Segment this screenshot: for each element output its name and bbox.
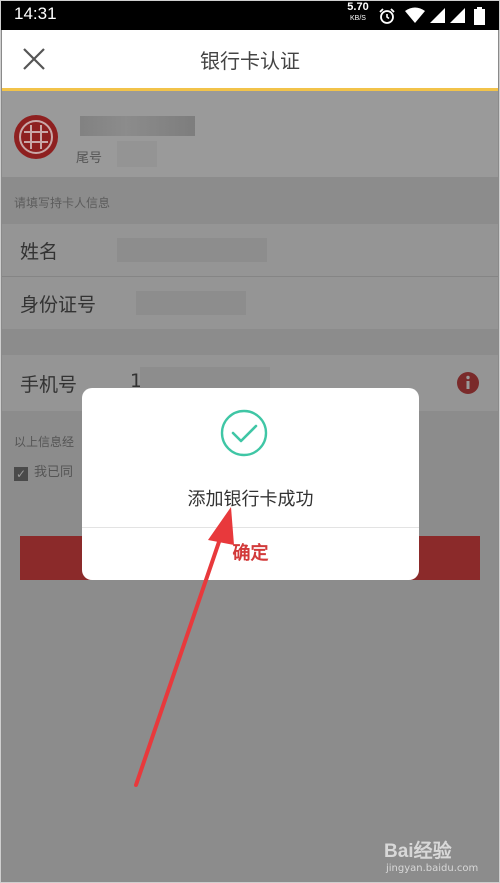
- network-speed-unit: KB/S: [350, 15, 366, 22]
- agreement-row[interactable]: ✓ 我已同: [14, 461, 73, 481]
- info-icon[interactable]: [456, 371, 480, 395]
- agreement-checkbox[interactable]: ✓: [14, 467, 28, 481]
- confirm-button[interactable]: 确定: [82, 528, 419, 580]
- title-bar: 银行卡认证: [2, 30, 498, 91]
- page-title: 银行卡认证: [200, 49, 300, 73]
- agreement-text: 我已同: [34, 465, 74, 480]
- network-speed-value: 5.70: [347, 1, 369, 13]
- phone-label: 手机号: [20, 374, 78, 396]
- wifi-icon: [405, 7, 425, 23]
- section-hint: 请填写持卡人信息: [14, 196, 111, 210]
- battery-icon: [474, 7, 485, 25]
- status-bar: 14:31 5.70 KB/S: [0, 0, 500, 30]
- card-tail-label: 尾号: [76, 151, 103, 166]
- id-number-label: 身份证号: [20, 294, 97, 316]
- name-value-redacted: [117, 238, 267, 262]
- success-message: 添加银行卡成功: [187, 489, 314, 510]
- confirm-note: 以上信息经: [14, 435, 75, 449]
- alarm-icon: [379, 8, 395, 24]
- watermark-logo: Bai经验: [384, 841, 452, 862]
- success-dialog: 添加银行卡成功 确定: [82, 388, 419, 580]
- bank-card-row: 尾号: [2, 91, 498, 177]
- watermark-url: jingyan.baidu.com: [386, 863, 479, 874]
- id-number-value-redacted: [136, 291, 246, 315]
- id-number-field[interactable]: 身份证号: [2, 277, 498, 329]
- signal-icon: [450, 8, 465, 23]
- signal-icon: [430, 8, 445, 23]
- status-time: 14:31: [14, 4, 57, 23]
- bank-logo: [14, 115, 58, 159]
- network-speed: 5.70 KB/S: [346, 1, 370, 23]
- card-tail-redacted: [117, 141, 157, 167]
- success-check-icon: [220, 409, 268, 457]
- name-field[interactable]: 姓名: [2, 224, 498, 276]
- name-label: 姓名: [20, 241, 59, 263]
- bank-name-redacted: [80, 116, 195, 136]
- baidu-jingyan-watermark: Bai经验 jingyan.baidu.com: [384, 836, 494, 878]
